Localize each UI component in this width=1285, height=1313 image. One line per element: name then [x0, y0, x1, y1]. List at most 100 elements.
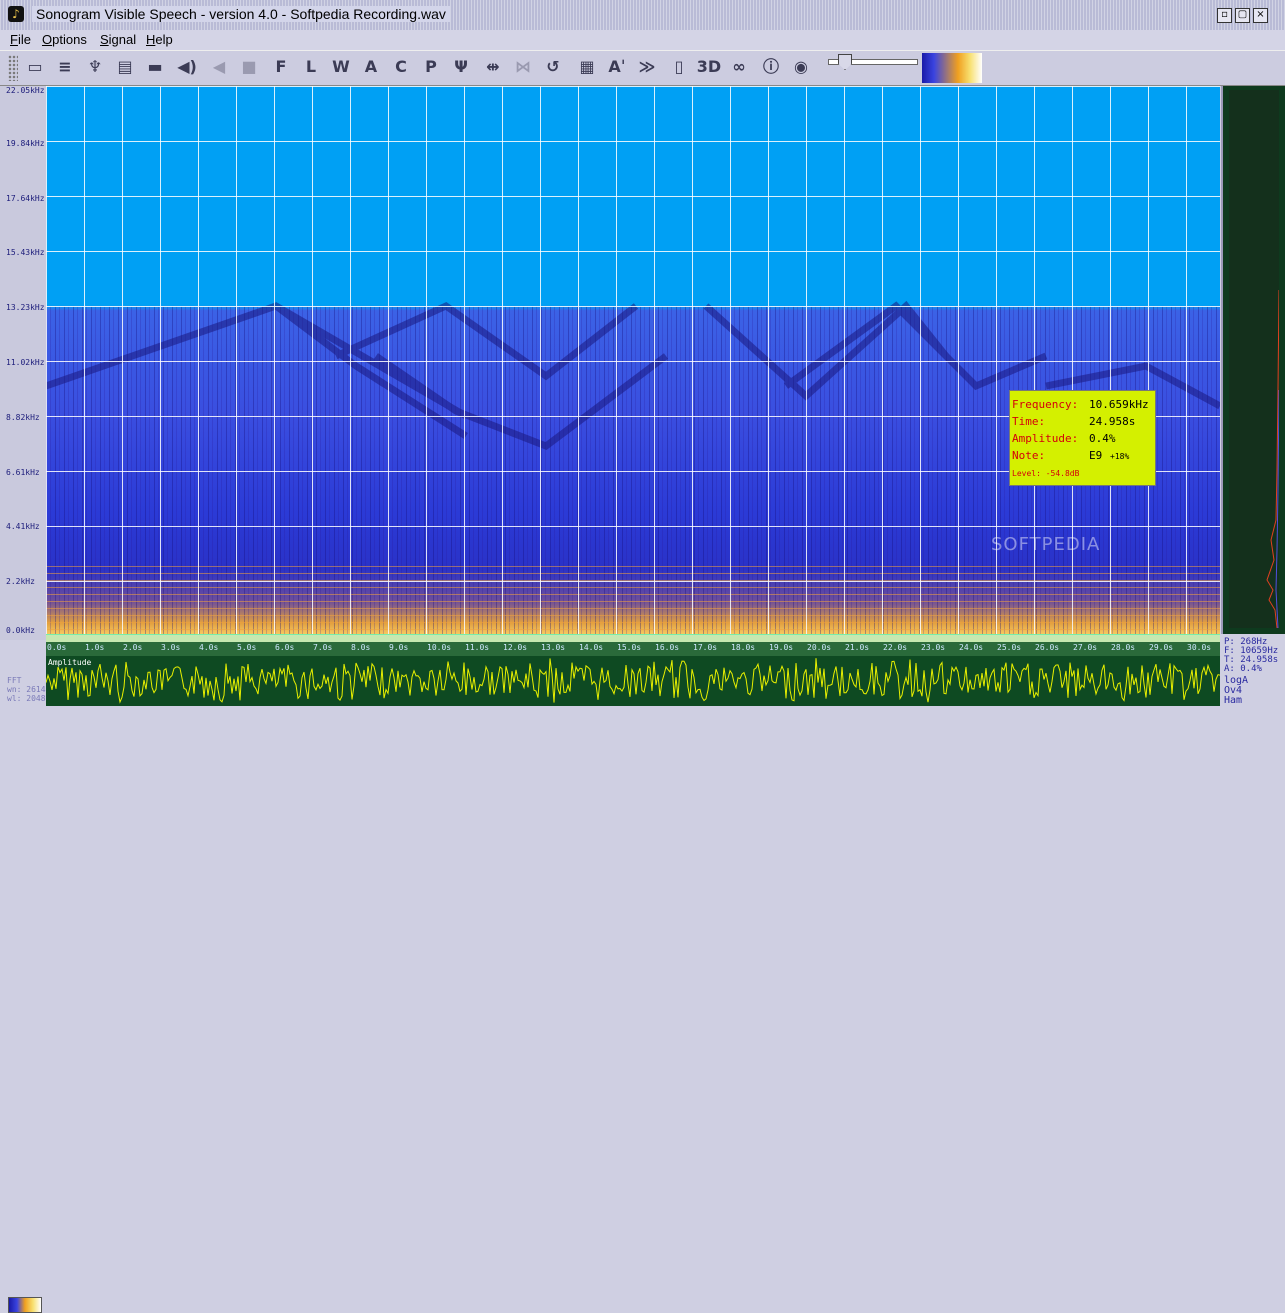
title-bar: ♪ Sonogram Visible Speech - version 4.0 …	[0, 0, 1285, 31]
maximize-icon[interactable]: ▢	[1235, 8, 1250, 23]
cursor-readout: Frequency: 10.659kHz Time: 24.958s Ampli…	[1009, 390, 1156, 486]
frequency-tick-label: 17.64kHz	[6, 193, 45, 203]
frequency-tick-label: 19.84kHz	[6, 138, 45, 148]
frequency-tick-label: 22.05kHz	[6, 86, 45, 95]
time-value: 24.958s	[1089, 415, 1136, 428]
spectrogram[interactable]: SOFTPEDIA	[46, 86, 1220, 634]
watermark: SOFTPEDIA	[991, 534, 1101, 555]
frequency-tick-label: 2.2kHz	[6, 577, 35, 587]
menu-help[interactable]: Help	[146, 32, 173, 47]
settings-icon[interactable]: ≡	[52, 55, 78, 79]
frequency-tick-label: 15.43kHz	[6, 248, 45, 258]
time-tick-label: 9.0s	[389, 643, 409, 652]
waveform-trace	[46, 658, 1220, 704]
time-tick-label: 3.0s	[161, 643, 181, 652]
stop-icon[interactable]: ■	[236, 55, 262, 79]
info-panel: P: 268Hz F: 10659Hz T: 24.958s A: 0.4% l…	[1221, 634, 1285, 709]
toolbar-grip[interactable]	[8, 55, 18, 81]
time-tick-label: 0.0s	[47, 643, 67, 652]
time-tick-label: 25.0s	[997, 643, 1022, 652]
psi-icon[interactable]: Ψ	[448, 55, 474, 79]
app-icon[interactable]: ♪	[8, 6, 24, 22]
about-icon[interactable]: ◉	[788, 55, 814, 79]
frequency-tick-label: 6.61kHz	[6, 467, 40, 477]
time-tick-label: 19.0s	[769, 643, 794, 652]
amplitude-value: 0.4%	[1089, 432, 1116, 445]
frequency-tick-label: 8.82kHz	[6, 412, 40, 422]
time-tick-label: 7.0s	[313, 643, 333, 652]
menu-file[interactable]: File	[10, 32, 31, 47]
time-tick-label: 1.0s	[85, 643, 105, 652]
speaker-icon[interactable]: ◀)	[174, 55, 200, 79]
time-tick-label: 8.0s	[351, 643, 371, 652]
3d-icon[interactable]: 3D	[696, 55, 722, 79]
frequency-axis: 22.05kHz 19.84kHz 17.64kHz 15.43kHz 13.23kHz…	[0, 86, 46, 640]
time-tick-label: 10.0s	[427, 643, 452, 652]
time-tick-label: 23.0s	[921, 643, 946, 652]
layout-icon[interactable]: ▤	[112, 55, 138, 79]
time-label: Time:	[1012, 415, 1046, 428]
time-tick-label: 15.0s	[617, 643, 642, 652]
letter-f-icon[interactable]: F	[268, 55, 294, 79]
undo-icon[interactable]: ↺	[540, 55, 566, 79]
time-tick-label: 5.0s	[237, 643, 257, 652]
display-icon[interactable]: ▬	[142, 55, 168, 79]
minimize-icon[interactable]: ▫	[1217, 8, 1232, 23]
export-icon[interactable]: ≫	[634, 55, 660, 79]
font-icon[interactable]: Aˈ	[604, 55, 630, 79]
info-scale: logA	[1224, 675, 1249, 686]
mini-palette	[8, 1297, 42, 1313]
spectrum-profile	[1229, 90, 1280, 629]
wn-label: wn: 2614	[7, 685, 46, 694]
fft-label: FFT	[7, 676, 22, 685]
color-palette[interactable]	[922, 53, 982, 83]
page-icon[interactable]: ▯	[666, 55, 692, 79]
close-icon[interactable]: ×	[1253, 8, 1268, 23]
open-icon[interactable]: ▭	[22, 55, 48, 79]
note-label: Note:	[1012, 449, 1046, 462]
note-cents: +18%	[1110, 452, 1130, 461]
level-text: Level: -54.8dB	[1012, 469, 1080, 478]
time-tick-label: 11.0s	[465, 643, 490, 652]
amplitude-label: Amplitude:	[1012, 432, 1079, 445]
letter-p-icon[interactable]: P	[418, 55, 444, 79]
letter-a-icon[interactable]: A	[358, 55, 384, 79]
info-icon[interactable]: ⓘ	[758, 55, 784, 79]
waveform-view[interactable]: Amplitude	[46, 656, 1220, 706]
frequency-tick-label: 4.41kHz	[6, 522, 40, 532]
bottom-left-panel: FFT wn: 2614 wl: 2048	[0, 642, 46, 1313]
time-tick-label: 2.0s	[123, 643, 143, 652]
letter-w-icon[interactable]: W	[328, 55, 354, 79]
time-tick-label: 16.0s	[655, 643, 680, 652]
time-tick-label: 20.0s	[807, 643, 832, 652]
letter-c-icon[interactable]: C	[388, 55, 414, 79]
zoom-fit-icon[interactable]: ⇹	[480, 55, 506, 79]
menu-signal[interactable]: Signal	[100, 32, 136, 47]
time-tick-label: 24.0s	[959, 643, 984, 652]
spectrum-side-panel	[1221, 86, 1285, 634]
time-tick-label: 28.0s	[1111, 643, 1136, 652]
window-title: Sonogram Visible Speech - version 4.0 - …	[32, 6, 450, 22]
time-tick-label: 30.0s	[1187, 643, 1212, 652]
frequency-label: Frequency:	[1012, 398, 1079, 411]
microphone-icon[interactable]: ♆	[82, 55, 108, 79]
menu-options[interactable]: Options	[42, 32, 87, 47]
binoculars-icon[interactable]: ∞	[726, 55, 752, 79]
time-tick-label: 27.0s	[1073, 643, 1098, 652]
time-tick-label: 26.0s	[1035, 643, 1060, 652]
time-tick-label: 13.0s	[541, 643, 566, 652]
note-value: E9	[1089, 449, 1103, 462]
frequency-value: 10.659kHz	[1089, 398, 1149, 411]
grid-icon[interactable]: ▦	[574, 55, 600, 79]
time-tick-label: 22.0s	[883, 643, 908, 652]
waveform-label: Amplitude	[48, 658, 92, 667]
time-tick-label: 6.0s	[275, 643, 295, 652]
rewind-icon[interactable]: ◀	[206, 55, 232, 79]
info-overlap: Ov4	[1224, 685, 1243, 696]
frequency-tick-label: 11.02kHz	[6, 358, 45, 367]
time-tick-label: 29.0s	[1149, 643, 1174, 652]
time-tick-label: 12.0s	[503, 643, 528, 652]
zoom-range-icon[interactable]: ⋈	[510, 55, 536, 79]
time-tick-label: 14.0s	[579, 643, 604, 652]
letter-l-icon[interactable]: L	[298, 55, 324, 79]
